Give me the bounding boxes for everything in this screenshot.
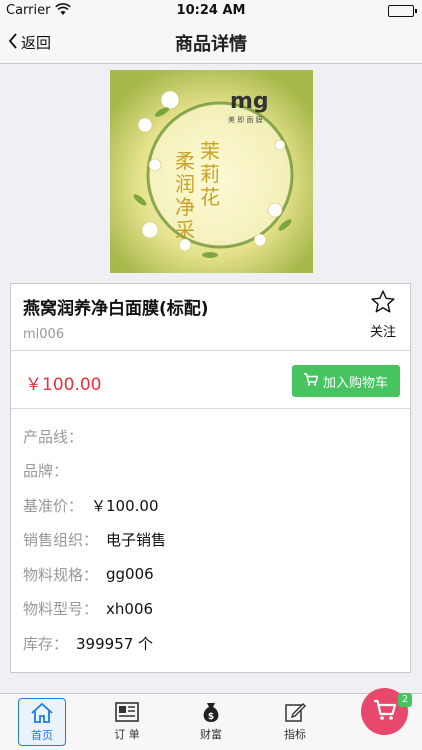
tab-metrics[interactable]: 指标 [271,698,319,746]
attribute-label: 库存： [23,634,69,653]
tab-bar: 首页 订 单 $ 财富 指标 [0,693,422,750]
svg-text:莉: 莉 [200,162,220,186]
product-detail-card: 燕窝润养净白面膜(标配) ml006 关注 ￥100.00 加入购物车 产品线：… [10,283,411,673]
status-bar: Carrier 10:24 AM [0,0,422,22]
attribute-brand: 品牌： [23,454,403,489]
svg-text:茉: 茉 [200,139,220,163]
star-outline-icon [366,289,400,321]
attribute-label: 销售组织： [23,531,99,550]
money-bag-icon: $ [187,698,235,726]
follow-label: 关注 [369,325,396,340]
edit-icon [271,698,319,726]
attribute-value: gg006 [106,565,154,584]
attribute-spec: 物料规格： gg006 [23,557,403,592]
attribute-model: 物料型号： xh006 [23,592,403,627]
svg-text:$: $ [208,712,214,722]
chevron-left-icon [8,32,18,53]
svg-text:润: 润 [175,172,195,196]
attribute-sales-org: 销售组织： 电子销售 [23,523,403,558]
shopping-cart-icon [373,699,397,725]
attribute-product-line: 产品线： [23,419,403,454]
clock: 10:24 AM [176,3,246,18]
attribute-value: xh006 [106,599,154,618]
product-price: ￥100.00 [25,375,102,395]
battery-icon [388,5,417,17]
cart-count-badge: 2 [398,693,412,707]
page-title: 商品详情 [175,34,247,55]
attribute-base-price: 基准价： ￥100.00 [23,488,403,523]
tab-label: 订 单 [114,728,140,741]
svg-text:花: 花 [200,185,220,209]
divider [11,350,410,351]
product-code: ml006 [23,327,65,342]
add-to-cart-label: 加入购物车 [322,375,388,391]
divider [11,408,410,409]
product-image: mg 美 即 面 膜 茉 莉 花 柔 润 净 采 [110,70,313,273]
add-to-cart-button[interactable]: 加入购物车 [292,365,400,397]
attribute-value: 电子销售 [106,531,167,550]
attribute-stock: 库存： 399957 个 [23,626,403,661]
back-label: 返回 [21,34,52,52]
attribute-list: 产品线： 品牌： 基准价： ￥100.00 销售组织： 电子销售 物料规格： gg00… [23,419,403,661]
svg-text:净: 净 [175,195,195,219]
svg-text:柔: 柔 [175,149,195,173]
navigation-bar: 返回 商品详情 [0,22,422,64]
tab-label: 财富 [200,728,222,741]
home-icon [19,699,65,727]
back-button[interactable]: 返回 [8,32,51,53]
attribute-label: 基准价： [23,496,84,515]
shopping-cart-icon [303,372,319,390]
follow-button[interactable]: 关注 [366,289,400,340]
attribute-label: 物料型号： [23,600,99,619]
tab-wealth[interactable]: $ 财富 [187,698,235,746]
svg-text:mg: mg [230,89,269,114]
tab-orders[interactable]: 订 单 [103,698,151,746]
order-icon [103,698,151,726]
tab-label: 首页 [31,729,53,742]
attribute-label: 产品线： [23,427,84,446]
tab-label: 指标 [284,728,306,741]
attribute-value: ￥100.00 [91,496,159,515]
svg-text:采: 采 [175,218,195,242]
attribute-label: 品牌： [23,462,69,481]
svg-text:美 即 面 膜: 美 即 面 膜 [228,115,263,124]
attribute-label: 物料规格： [23,565,99,584]
product-name: 燕窝润养净白面膜(标配) [23,299,209,319]
tab-home[interactable]: 首页 [18,698,66,746]
attribute-value: 399957 个 [76,634,154,653]
